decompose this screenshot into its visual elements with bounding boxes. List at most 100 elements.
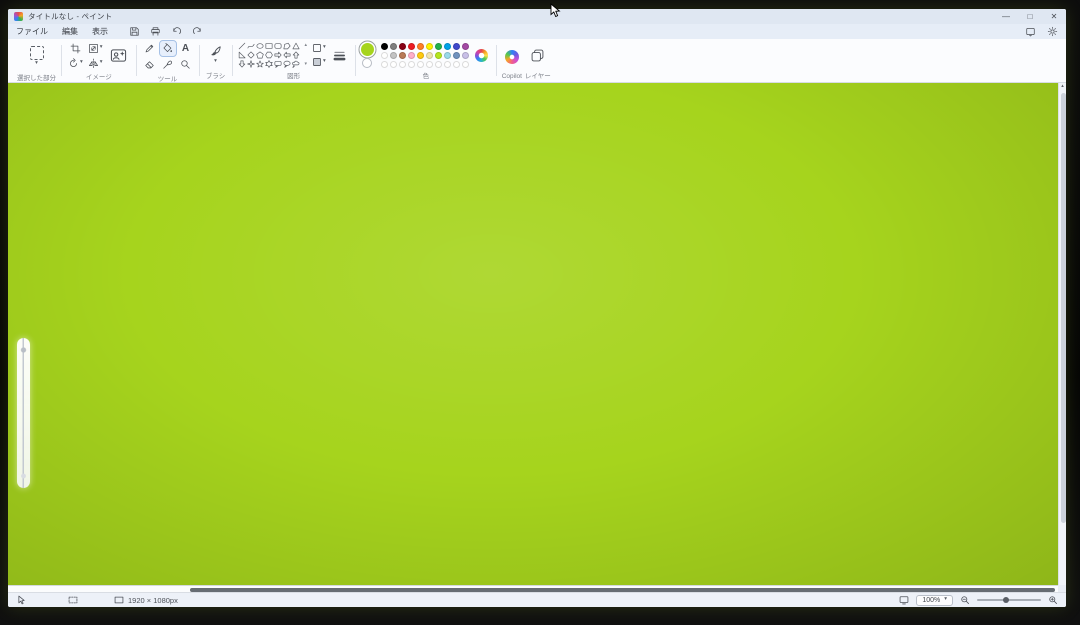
color-swatch[interactable]: [417, 52, 424, 59]
shape-left-arrow[interactable]: [283, 51, 292, 60]
color-swatch[interactable]: [390, 61, 397, 68]
color-swatch[interactable]: [453, 61, 460, 68]
color-swatch[interactable]: [426, 52, 433, 59]
shape-rounded-callout[interactable]: [274, 60, 283, 69]
color-swatch[interactable]: [435, 61, 442, 68]
shape-down-arrow[interactable]: [238, 60, 247, 69]
print-icon[interactable]: [149, 26, 161, 38]
shape-line[interactable]: [238, 42, 247, 51]
color-swatch[interactable]: [417, 61, 424, 68]
color-swatch[interactable]: [435, 52, 442, 59]
fit-to-screen-icon[interactable]: [899, 595, 909, 605]
color-picker-tool[interactable]: [160, 57, 176, 72]
color-swatch[interactable]: [390, 52, 397, 59]
chevron-down-icon[interactable]: ▾: [323, 45, 326, 51]
shape-fill-dropdown[interactable]: ▾: [311, 56, 327, 68]
resize-button[interactable]: ▾: [87, 41, 104, 55]
menu-file[interactable]: ファイル: [16, 26, 48, 37]
shape-cloud-callout[interactable]: [292, 60, 301, 69]
color-swatch[interactable]: [381, 52, 388, 59]
feedback-icon[interactable]: [1024, 26, 1036, 38]
color-swatch[interactable]: [381, 43, 388, 50]
brush-button[interactable]: ▾: [205, 41, 227, 69]
eraser-tool[interactable]: [142, 57, 158, 72]
menu-edit[interactable]: 編集: [62, 26, 78, 37]
flip-button[interactable]: ▾: [87, 56, 104, 70]
shape-curve[interactable]: [247, 42, 256, 51]
color-swatch[interactable]: [408, 61, 415, 68]
shape-outline-dropdown[interactable]: ▾: [311, 42, 327, 54]
color-swatch[interactable]: [444, 61, 451, 68]
menu-view[interactable]: 表示: [92, 26, 108, 37]
color-swatch[interactable]: [399, 43, 406, 50]
color2-well[interactable]: [362, 58, 372, 68]
zoom-level-dropdown[interactable]: 100% ▾: [916, 595, 953, 606]
edit-colors-button[interactable]: [473, 42, 491, 68]
magnifier-tool[interactable]: [178, 57, 194, 72]
shape-four-point-star[interactable]: [247, 60, 256, 69]
shape-six-point-star[interactable]: [265, 60, 274, 69]
copilot-button[interactable]: Copilot: [499, 41, 525, 82]
fill-tool[interactable]: [160, 41, 176, 56]
shape-up-arrow[interactable]: [292, 51, 301, 60]
color-swatch[interactable]: [426, 61, 433, 68]
scroll-up-icon[interactable]: ▴: [1059, 84, 1066, 89]
horizontal-scrollbar-thumb[interactable]: [190, 588, 1055, 592]
color-swatch[interactable]: [417, 43, 424, 50]
rotate-button[interactable]: ▾: [67, 56, 84, 70]
zoom-out-icon[interactable]: [960, 595, 970, 605]
save-icon[interactable]: [128, 26, 140, 38]
crop-button[interactable]: [67, 41, 84, 55]
color-swatch[interactable]: [462, 43, 469, 50]
chevron-down-icon[interactable]: ▾: [323, 59, 326, 65]
zoom-slider[interactable]: [977, 599, 1041, 601]
layers-button[interactable]: レイヤー: [525, 41, 551, 82]
redo-icon[interactable]: [191, 26, 203, 38]
shape-pentagon[interactable]: [256, 51, 265, 60]
text-tool[interactable]: A: [178, 41, 194, 56]
color-swatch[interactable]: [408, 52, 415, 59]
color-swatch[interactable]: [408, 43, 415, 50]
color-swatch[interactable]: [435, 43, 442, 50]
selection-tool-button[interactable]: ▾: [21, 41, 53, 71]
shape-five-point-star[interactable]: [256, 60, 265, 69]
shape-hexagon[interactable]: [265, 51, 274, 60]
shape-oval-callout[interactable]: [283, 60, 292, 69]
close-button[interactable]: ✕: [1042, 9, 1066, 24]
vertical-scrollbar[interactable]: ▴: [1058, 83, 1066, 585]
pencil-tool[interactable]: [142, 41, 158, 56]
undo-icon[interactable]: [170, 26, 182, 38]
shape-polygon[interactable]: [283, 42, 292, 51]
shape-diamond[interactable]: [247, 51, 256, 60]
settings-gear-icon[interactable]: [1046, 26, 1058, 38]
color-swatch[interactable]: [426, 43, 433, 50]
shapes-scroll-up-icon[interactable]: ▴: [305, 43, 308, 48]
zoom-slider-knob[interactable]: [1003, 597, 1009, 603]
shape-right-triangle[interactable]: [238, 51, 247, 60]
shapes-scroll-down-icon[interactable]: ▾: [305, 62, 308, 67]
color-swatch[interactable]: [399, 52, 406, 59]
shape-oval[interactable]: [256, 42, 265, 51]
maximize-button[interactable]: □: [1018, 9, 1042, 24]
remove-background-button[interactable]: [107, 43, 131, 69]
zoom-in-icon[interactable]: [1048, 595, 1058, 605]
color1-well[interactable]: [361, 43, 374, 56]
chevron-down-icon[interactable]: ▾: [100, 45, 103, 51]
chevron-down-icon[interactable]: ▾: [35, 61, 38, 67]
shape-right-arrow[interactable]: [274, 51, 283, 60]
minimize-button[interactable]: —: [994, 9, 1018, 24]
vertical-scrollbar-thumb[interactable]: [1061, 93, 1066, 523]
color-swatch[interactable]: [462, 61, 469, 68]
drawing-canvas[interactable]: [8, 83, 1058, 585]
color-swatch[interactable]: [381, 61, 388, 68]
shape-rounded-rectangle[interactable]: [274, 42, 283, 51]
shape-rectangle[interactable]: [265, 42, 274, 51]
color-swatch[interactable]: [444, 43, 451, 50]
chevron-down-icon[interactable]: ▾: [100, 60, 103, 66]
stroke-size-button[interactable]: [330, 42, 350, 68]
color-swatch[interactable]: [453, 52, 460, 59]
color-swatch[interactable]: [453, 43, 460, 50]
shape-triangle[interactable]: [292, 42, 301, 51]
color-swatch[interactable]: [462, 52, 469, 59]
color-swatch[interactable]: [444, 52, 451, 59]
